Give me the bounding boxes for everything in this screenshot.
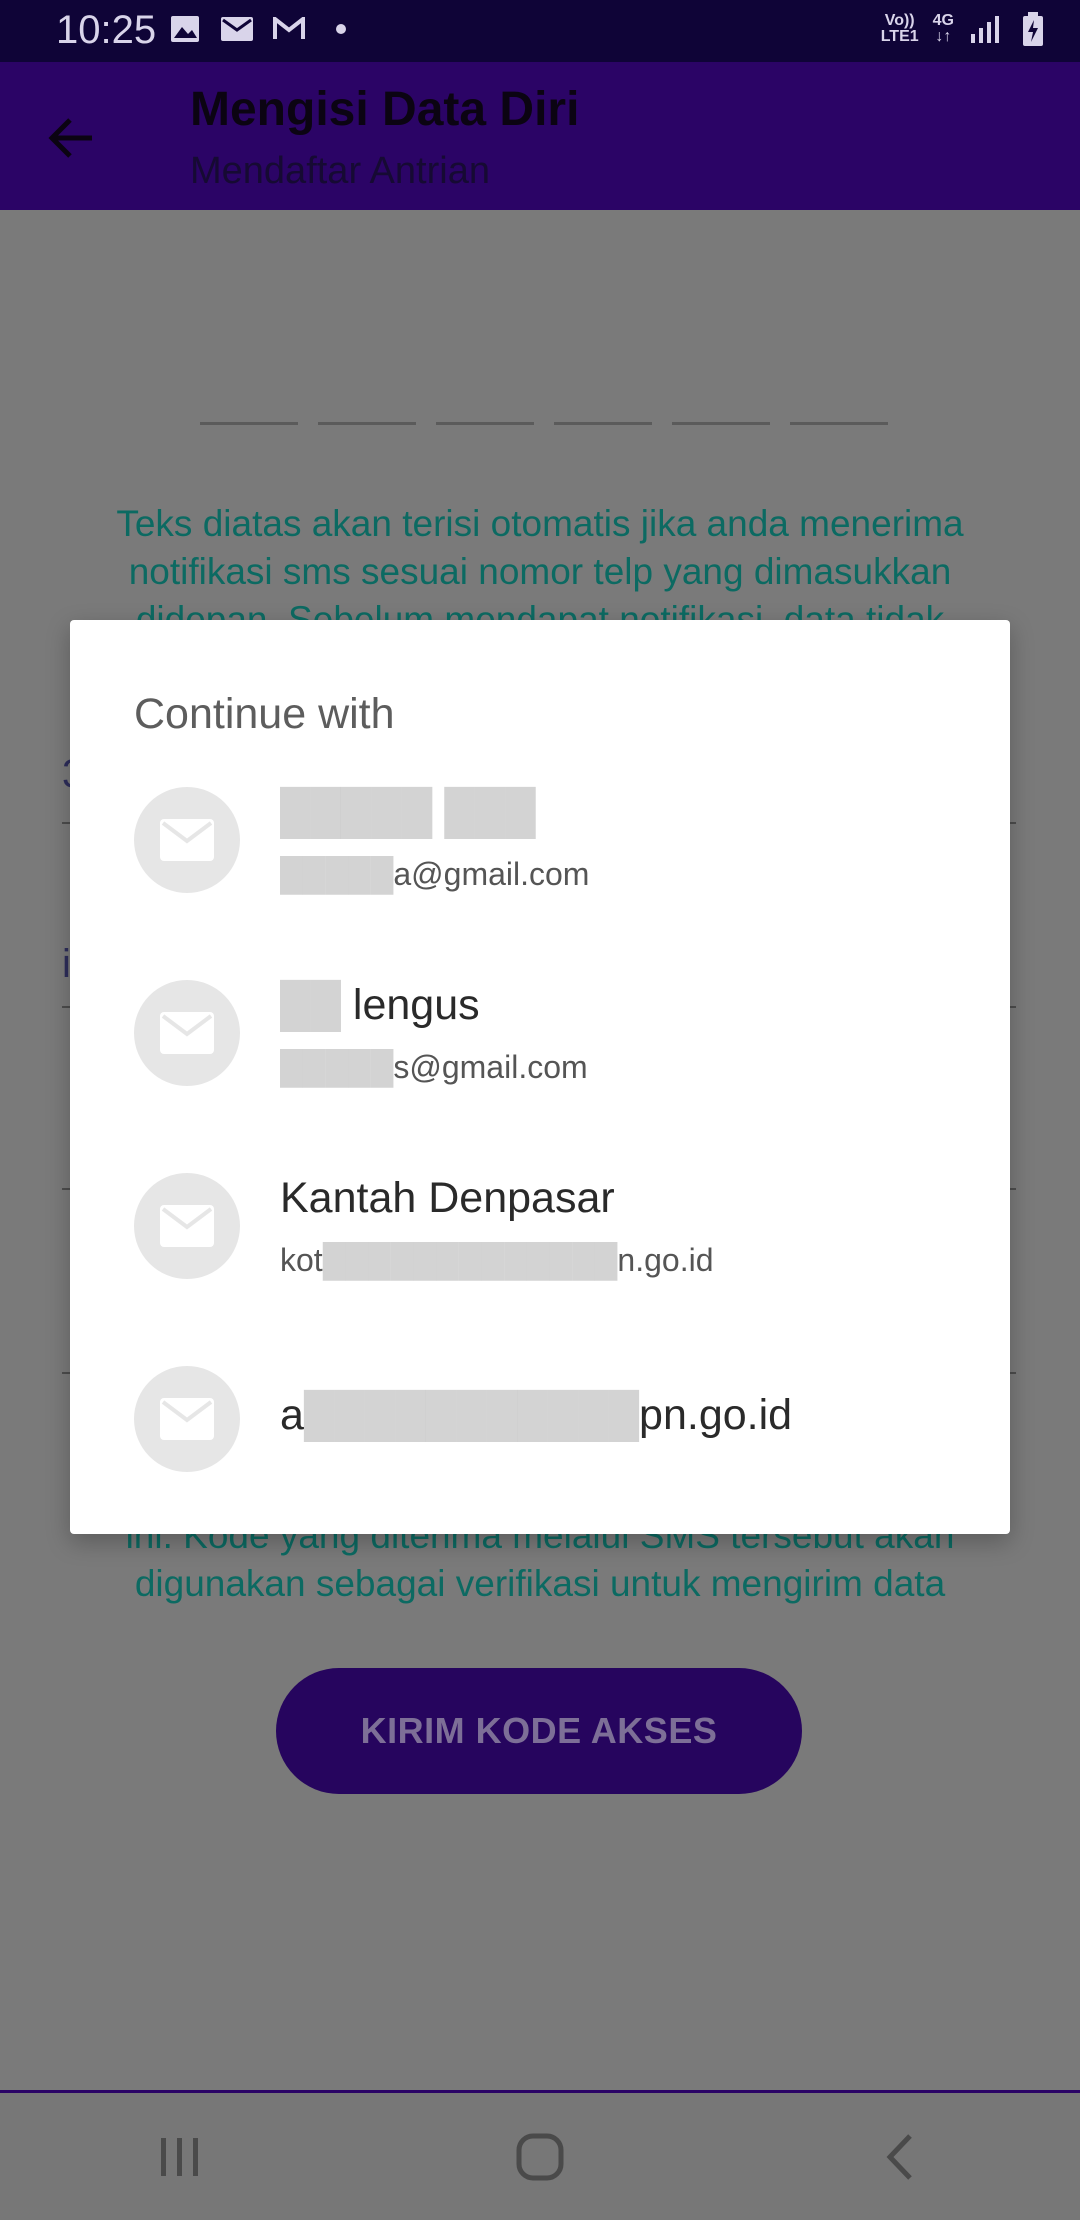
back-nav-button[interactable] [840, 2107, 960, 2207]
page-subtitle: Mendaftar Antrian [190, 150, 490, 192]
otp-slot[interactable] [672, 422, 770, 425]
account-email: █████s@gmail.com [280, 1049, 588, 1085]
account-item[interactable]: ██ lengus █████s@gmail.com [70, 953, 1010, 1133]
recents-icon [161, 2137, 198, 2176]
home-icon [516, 2133, 564, 2180]
otp-slot[interactable] [554, 422, 652, 425]
recents-button[interactable] [120, 2107, 240, 2207]
system-nav-bar [0, 2093, 1080, 2220]
page-title: Mengisi Data Diri [190, 83, 580, 136]
account-name: ██ lengus [280, 981, 480, 1029]
gmail-icon [272, 12, 306, 46]
notification-icons [168, 12, 358, 46]
image-icon [168, 12, 202, 46]
dialog-title: Continue with [134, 690, 395, 738]
back-nav-icon [886, 2133, 912, 2180]
account-email: █████a@gmail.com [280, 856, 590, 892]
otp-slot[interactable] [436, 422, 534, 425]
account-name: █████ ███ [280, 788, 536, 836]
back-button[interactable] [40, 106, 104, 170]
arrow-left-icon [48, 118, 92, 158]
otp-info-text: Teks diatas akan terisi otomatis jika an… [116, 503, 964, 624]
otp-slot[interactable] [318, 422, 416, 425]
battery-charging-icon [1016, 12, 1050, 46]
account-item[interactable]: a███████████pn.go.id [70, 1339, 1010, 1519]
dot-icon [324, 12, 358, 46]
account-item[interactable]: █████ ███ █████a@gmail.com [70, 760, 1010, 940]
otp-slot[interactable] [790, 422, 888, 425]
status-time: 10:25 [56, 8, 157, 52]
signal-icon [968, 12, 1002, 46]
account-picker-dialog: Continue with █████ ███ █████a@gmail.com… [70, 620, 1010, 1534]
mail-icon [134, 1173, 240, 1279]
mail-icon [134, 1366, 240, 1472]
home-button[interactable] [480, 2107, 600, 2207]
status-bar: 10:25 Vo)) LTE1 4G ↓↑ [0, 0, 1080, 62]
volte-label: Vo)) LTE1 [880, 12, 919, 45]
otp-slot[interactable] [200, 422, 298, 425]
network-type-label: 4G ↓↑ [932, 12, 954, 45]
system-icons: Vo)) LTE1 4G ↓↑ [881, 12, 1050, 46]
app-bar: Mengisi Data Diri Mendaftar Antrian [0, 62, 1080, 210]
account-item[interactable]: Kantah Denpasar kot█████████████n.go.id [70, 1146, 1010, 1326]
otp-input[interactable] [200, 422, 888, 425]
account-email: kot█████████████n.go.id [280, 1242, 714, 1278]
account-email: a███████████pn.go.id [280, 1391, 793, 1439]
send-access-code-button[interactable]: KIRIM KODE AKSES [276, 1668, 802, 1794]
email-icon [220, 12, 254, 46]
mail-icon [134, 980, 240, 1086]
account-name: Kantah Denpasar [280, 1174, 615, 1222]
mail-icon [134, 787, 240, 893]
